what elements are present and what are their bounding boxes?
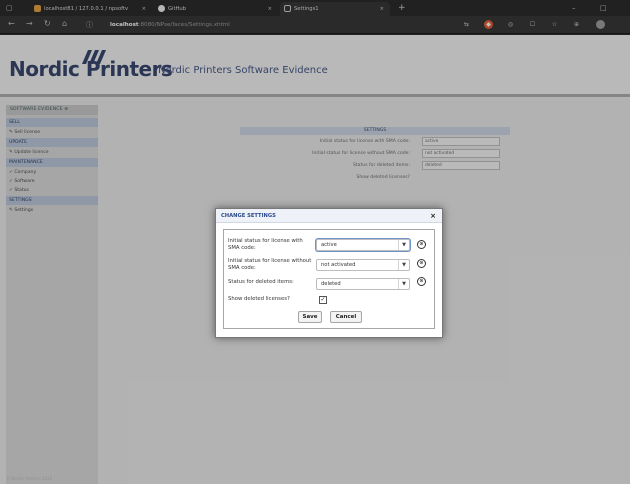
help-icon[interactable]: ⊙ bbox=[417, 277, 426, 286]
field-label: Initial status for license with SMA code… bbox=[228, 238, 303, 251]
checkmark-icon: ✓ bbox=[320, 296, 326, 303]
field-label: Initial status for license without SMA c… bbox=[228, 258, 312, 271]
chevron-down-icon: ▼ bbox=[398, 260, 409, 270]
help-icon[interactable]: ⊙ bbox=[417, 240, 426, 249]
select-value: deleted bbox=[321, 281, 341, 287]
select-value: not activated bbox=[321, 262, 356, 268]
dialog-body: Initial status for license with SMA code… bbox=[223, 229, 435, 329]
field-label: Show deleted licenses? bbox=[228, 296, 290, 302]
select-value: active bbox=[321, 242, 337, 248]
no-sma-status-select[interactable]: not activated ▼ bbox=[316, 259, 410, 271]
deleted-status-select[interactable]: deleted ▼ bbox=[316, 278, 410, 290]
dialog-titlebar: CHANGE SETTINGS × bbox=[216, 209, 442, 223]
field-label: Status for deleted items: bbox=[228, 279, 294, 285]
sma-status-select[interactable]: active ▼ bbox=[316, 239, 410, 251]
change-settings-dialog: CHANGE SETTINGS × Initial status for lic… bbox=[215, 208, 443, 338]
close-icon[interactable]: × bbox=[430, 209, 436, 223]
dialog-title: CHANGE SETTINGS bbox=[221, 213, 276, 219]
chevron-down-icon: ▼ bbox=[398, 279, 409, 289]
cancel-button[interactable]: Cancel bbox=[330, 311, 362, 323]
show-deleted-checkbox[interactable]: ✓ bbox=[319, 296, 327, 304]
help-icon[interactable]: ⊙ bbox=[417, 259, 426, 268]
chevron-down-icon: ▼ bbox=[398, 240, 409, 250]
save-button[interactable]: Save bbox=[298, 311, 322, 323]
